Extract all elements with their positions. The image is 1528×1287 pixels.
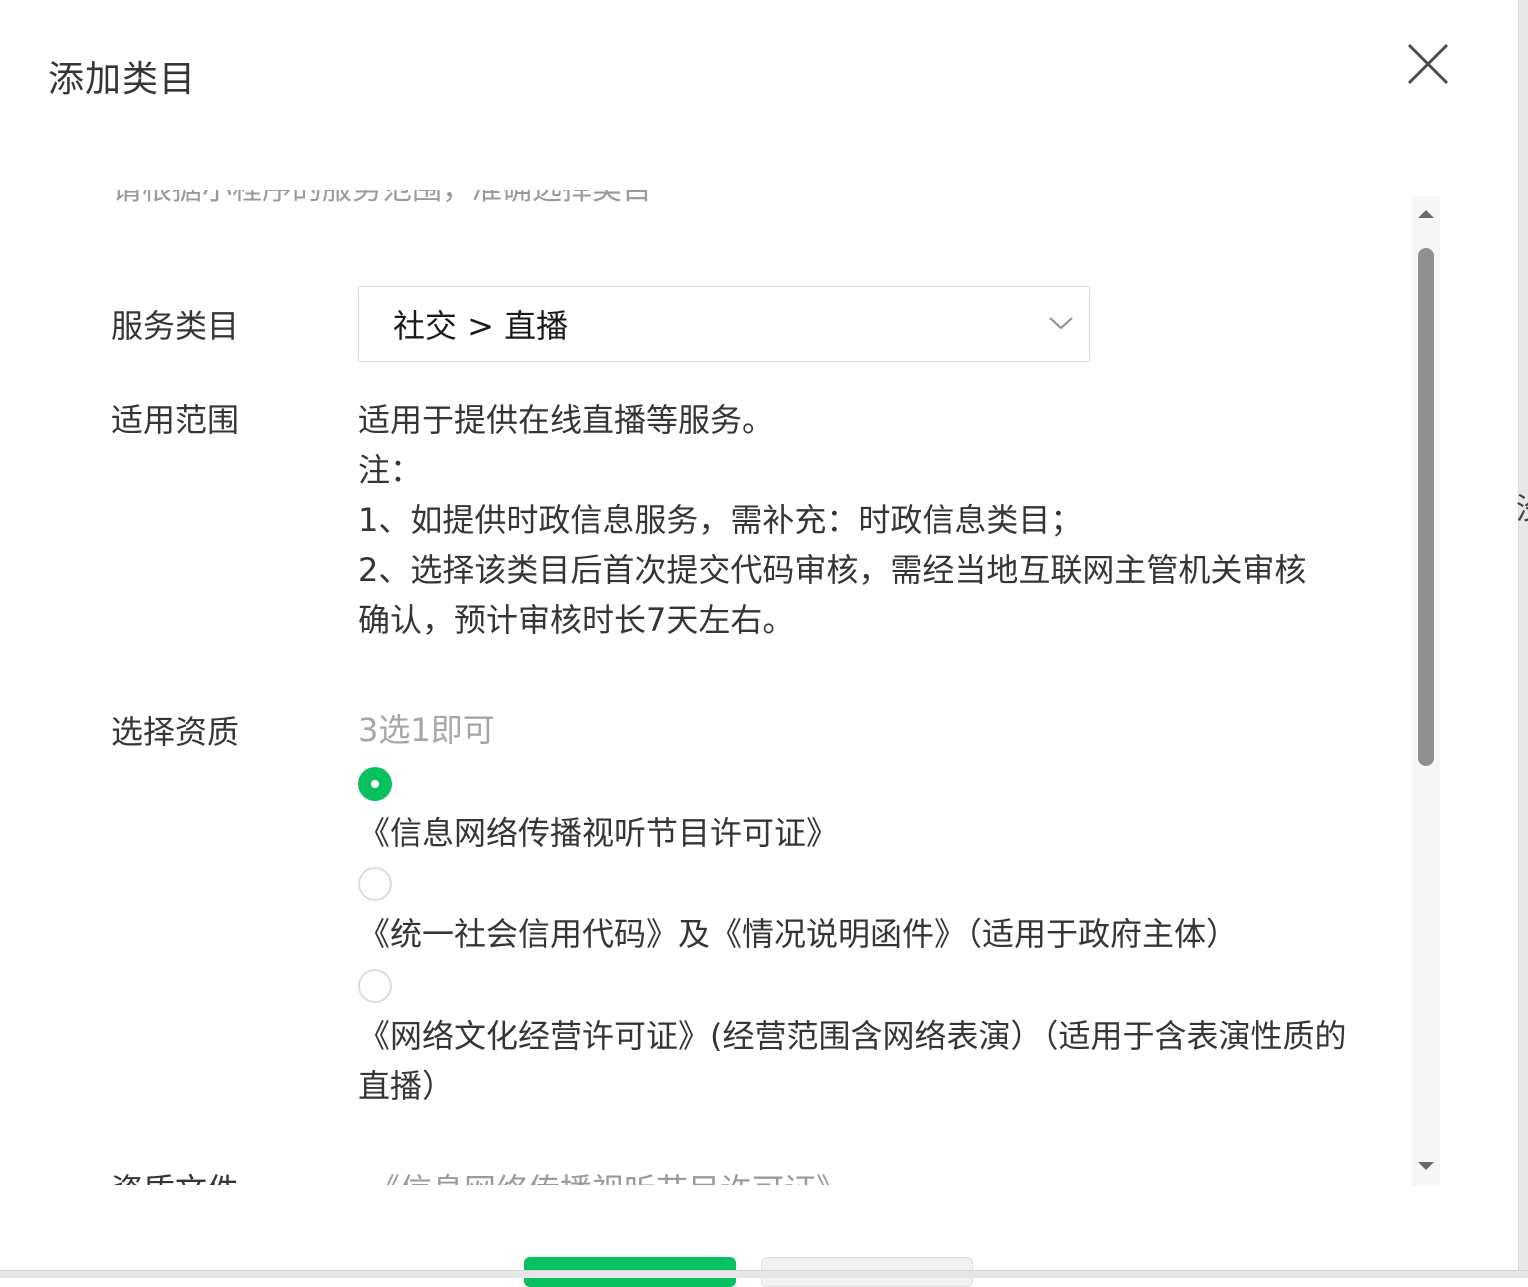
background-text-fragment: 没	[1516, 484, 1528, 528]
qualification-option-1[interactable]: 《信息网络传播视听节目许可证》	[358, 808, 1368, 858]
chevron-down-icon	[1047, 313, 1075, 333]
scroll-down-arrow-icon[interactable]	[1418, 1162, 1434, 1170]
scope-line: 1、如提供时政信息服务，需补充：时政信息类目；	[358, 501, 1083, 539]
qualification-radio-3[interactable]	[358, 969, 392, 1003]
scope-label: 适用范围	[111, 401, 240, 439]
category-hint-text: 请根据小程序的服务范围，准确选择类目	[112, 190, 652, 210]
qualification-radio-1[interactable]	[358, 767, 392, 801]
scope-line: 注：	[358, 451, 423, 489]
background-page-edge	[1518, 0, 1528, 1277]
scope-line: 适用于提供在线直播等服务。	[358, 401, 775, 439]
qualification-hint: 3选1即可	[358, 711, 495, 749]
qualification-file-value: 《信息网络传播视听节目许可证》	[368, 1168, 848, 1185]
qualification-option-3[interactable]: 《网络文化经营许可证》(经营范围含网络表演）（适用于含表演性质的直播）	[358, 1011, 1368, 1111]
qualification-file-label: 资质文件	[111, 1168, 239, 1185]
scope-line: 2、选择该类目后首次提交代码审核，需经当地互联网主管机关审核确认，预计审核时长7…	[358, 551, 1307, 639]
scroll-up-arrow-icon[interactable]	[1418, 210, 1434, 218]
qualification-label: 选择资质	[111, 713, 240, 751]
qualification-radio-2[interactable]	[358, 867, 392, 901]
service-category-select[interactable]: 社交 > 直播	[358, 286, 1090, 362]
dialog-scroll-content: 请根据小程序的服务范围，准确选择类目 服务类目 社交 > 直播 适用范围 适用于…	[60, 190, 1410, 1185]
vertical-scrollbar[interactable]	[1412, 196, 1440, 1186]
service-category-label: 服务类目	[111, 307, 240, 345]
dialog-title: 添加类目	[48, 59, 197, 100]
close-icon[interactable]	[1404, 40, 1452, 88]
qualification-option-2[interactable]: 《统一社会信用代码》及《情况说明函件》（适用于政府主体）	[358, 909, 1368, 959]
service-category-value: 社交 > 直播	[393, 307, 569, 345]
scope-description: 适用于提供在线直播等服务。 注： 1、如提供时政信息服务，需补充：时政信息类目；…	[358, 395, 1318, 645]
scroll-thumb[interactable]	[1418, 248, 1434, 766]
add-category-dialog: 添加类目 请根据小程序的服务范围，准确选择类目 服务类目 社交 > 直播 适用范…	[0, 0, 1518, 1287]
